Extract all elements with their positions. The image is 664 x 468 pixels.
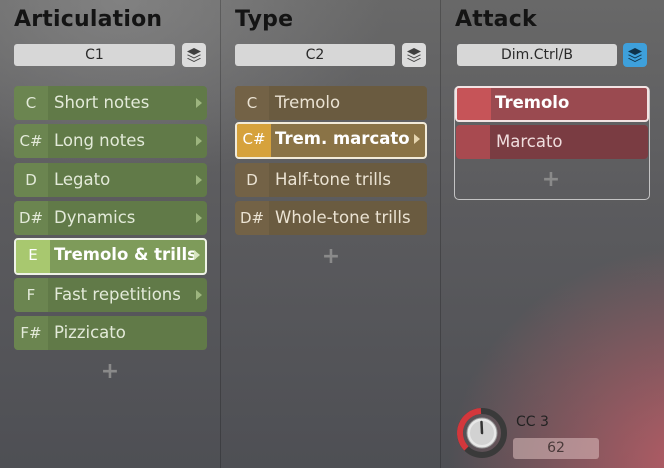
articulation-item[interactable]: C Short notes <box>14 86 207 120</box>
attack-list: Tremolo Marcato + <box>454 86 650 200</box>
type-column: Type C2 C Tremolo C# Trem. marcato D Hal… <box>221 0 440 468</box>
key-label: F <box>14 278 48 312</box>
key-label: D <box>14 163 48 197</box>
chevron-right-icon <box>196 98 202 108</box>
key-label: D# <box>14 201 48 235</box>
color-swatch <box>456 125 490 159</box>
item-label: Legato <box>54 170 111 189</box>
type-item[interactable]: D# Whole-tone trills <box>235 201 427 235</box>
key-label: E <box>16 240 50 273</box>
item-label: Tremolo <box>495 93 570 112</box>
item-label: Whole-tone trills <box>275 208 411 227</box>
item-label: Fast repetitions <box>54 285 181 304</box>
articulation-item-selected[interactable]: E Tremolo & trills <box>14 238 207 275</box>
item-label: Trem. marcato <box>275 129 410 148</box>
articulation-title: Articulation <box>14 7 163 32</box>
item-label: Marcato <box>496 132 563 151</box>
articulation-item[interactable]: F Fast repetitions <box>14 278 207 312</box>
type-title: Type <box>235 7 294 32</box>
type-item[interactable]: D Half-tone trills <box>235 163 427 197</box>
chevron-right-icon <box>196 136 202 146</box>
key-label: D# <box>235 201 269 235</box>
item-label: Tremolo & trills <box>54 245 197 264</box>
item-label: Short notes <box>54 93 150 112</box>
articulation-column: Articulation C1 C Short notes C# Long no… <box>0 0 220 468</box>
plus-icon[interactable]: + <box>541 167 561 192</box>
articulation-item[interactable]: D# Dynamics <box>14 201 207 235</box>
key-label: C <box>14 86 48 120</box>
type-control-field[interactable]: C2 <box>235 44 395 66</box>
chevron-right-icon <box>196 213 202 223</box>
type-item[interactable]: C Tremolo <box>235 86 427 120</box>
plus-icon[interactable]: + <box>321 244 341 269</box>
chevron-right-icon <box>196 290 202 300</box>
attack-title: Attack <box>455 7 537 32</box>
cc-label: CC 3 <box>516 414 549 430</box>
articulation-item[interactable]: C# Long notes <box>14 124 207 158</box>
item-label: Long notes <box>54 131 145 150</box>
attack-column: Attack Dim.Ctrl/B <box>441 0 664 468</box>
articulation-control-field[interactable]: C1 <box>14 44 175 66</box>
type-item-selected[interactable]: C# Trem. marcato <box>235 122 427 159</box>
color-swatch <box>457 88 491 120</box>
key-label: D <box>235 163 269 197</box>
layers-icon[interactable] <box>402 43 426 67</box>
item-label: Pizzicato <box>54 323 126 342</box>
chevron-right-icon <box>196 175 202 185</box>
attack-item-selected[interactable]: Tremolo <box>455 86 649 122</box>
chevron-right-icon <box>194 250 200 260</box>
knob-icon[interactable] <box>456 407 508 459</box>
articulation-item[interactable]: F# Pizzicato <box>14 316 207 350</box>
key-label: C# <box>14 124 48 158</box>
attack-item[interactable]: Marcato <box>456 125 648 159</box>
plus-icon[interactable]: + <box>100 359 120 384</box>
key-label: C# <box>237 124 271 157</box>
item-label: Dynamics <box>54 208 136 227</box>
chevron-right-icon <box>414 134 420 144</box>
key-label: F# <box>14 316 48 350</box>
key-label: C <box>235 86 269 120</box>
layers-icon[interactable] <box>182 43 206 67</box>
cc-value-field[interactable]: 62 <box>513 438 599 459</box>
attack-control-field[interactable]: Dim.Ctrl/B <box>457 44 617 66</box>
item-label: Tremolo <box>275 93 341 112</box>
item-label: Half-tone trills <box>275 170 391 189</box>
articulation-item[interactable]: D Legato <box>14 163 207 197</box>
layers-icon[interactable] <box>623 43 647 67</box>
